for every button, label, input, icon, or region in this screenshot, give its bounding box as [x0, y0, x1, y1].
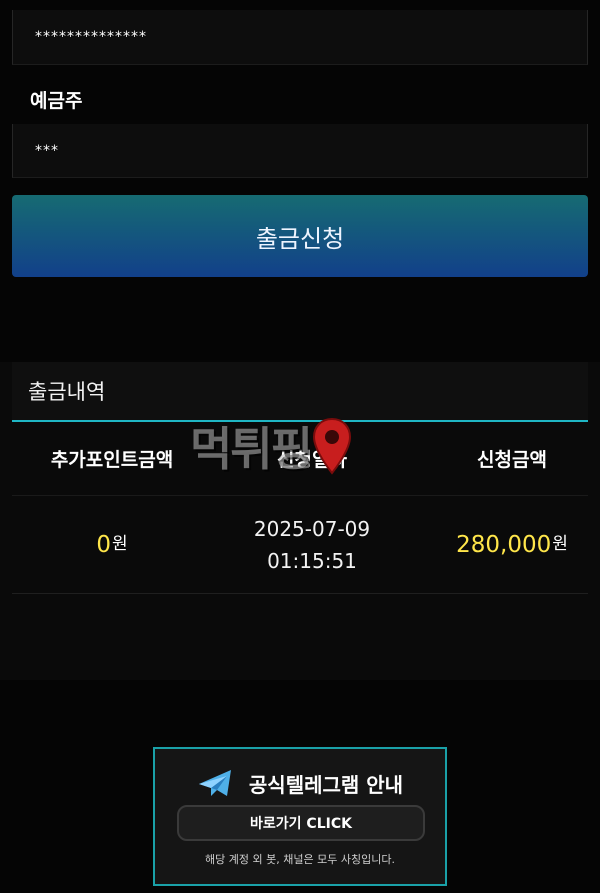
account-holder-field[interactable]: ***: [12, 124, 588, 178]
banner-title: 공식텔레그램 안내: [248, 772, 404, 797]
account-number-field[interactable]: **************: [12, 10, 588, 65]
table-row-date-cell: 2025-07-09 01:15:51: [212, 496, 412, 593]
table-row-amount-cell: 280,000 원: [412, 496, 600, 593]
request-amount: 280,000: [456, 531, 552, 558]
bonus-unit: 원: [112, 534, 128, 554]
telegram-shortcut-button[interactable]: 바로가기 CLICK: [177, 805, 425, 841]
account-holder-label: 예금주: [30, 90, 83, 112]
request-amount-unit: 원: [552, 534, 568, 554]
column-header-amount: 신청금액: [477, 449, 547, 471]
banner-notice: 해당 계정 외 봇, 채널은 모두 사칭입니다.: [205, 853, 395, 866]
table-row-bonus-cell: 0원: [12, 496, 212, 593]
telegram-banner[interactable]: 공식텔레그램 안내 바로가기 CLICK 해당 계정 외 봇, 채널은 모두 사…: [153, 747, 447, 886]
column-header-date: 신청일자: [277, 449, 347, 471]
account-holder-value: ***: [35, 142, 59, 159]
withdraw-request-button[interactable]: 출금신청: [12, 195, 588, 277]
banner-title-row: 공식텔레그램 안내: [155, 763, 445, 803]
bonus-amount: 0: [96, 531, 111, 558]
withdraw-history-panel: 출금내역 추가포인트금액 신청일자 신청금액 0원 2025-07-09 01:…: [0, 362, 600, 680]
request-time: 01:15:51: [267, 548, 357, 573]
account-number-value: **************: [35, 29, 147, 45]
history-title: 출금내역: [12, 362, 588, 420]
telegram-icon: [198, 770, 231, 796]
request-date: 2025-07-09: [253, 516, 371, 541]
column-header-bonus: 추가포인트금액: [50, 449, 174, 471]
row-bottom-border: [12, 593, 588, 594]
